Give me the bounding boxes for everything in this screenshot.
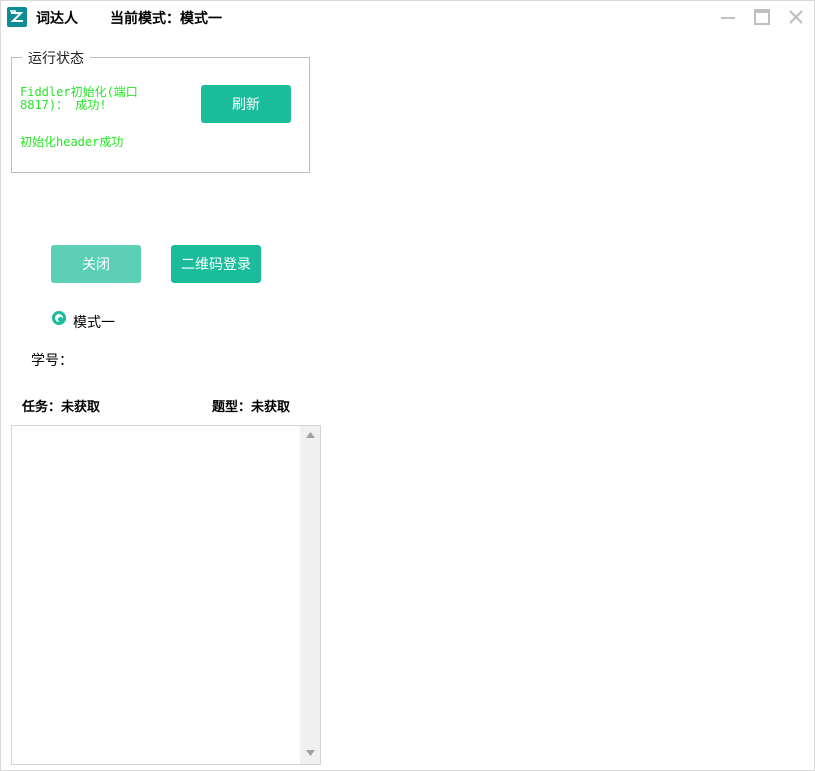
maximize-button[interactable] <box>753 8 771 26</box>
question-type-label: 题型：未获取 <box>212 400 291 415</box>
close-button[interactable]: 关闭 <box>51 245 141 283</box>
student-id-label: 学号： <box>31 353 73 369</box>
radio-selected-dot <box>58 317 63 322</box>
header-status-text: 初始化header成功 <box>20 135 124 149</box>
scroll-down-arrow-icon <box>305 750 315 756</box>
minimize-button[interactable] <box>719 8 737 26</box>
app-logo-icon <box>7 7 27 27</box>
log-scrollbar[interactable] <box>300 426 320 764</box>
scroll-down-button[interactable] <box>300 744 320 764</box>
maximize-icon <box>754 9 770 25</box>
mode-one-label[interactable]: 模式一 <box>73 312 115 332</box>
qr-login-button[interactable]: 二维码登录 <box>171 245 261 283</box>
minimize-icon <box>721 17 735 19</box>
scroll-up-button[interactable] <box>300 426 320 446</box>
app-title: 词达人 <box>36 11 78 27</box>
scroll-up-arrow-icon <box>305 432 315 438</box>
fiddler-status-text: Fiddler初始化(端口8817)： 成功! <box>20 85 138 112</box>
log-textarea[interactable] <box>11 425 321 765</box>
close-icon <box>789 10 803 24</box>
status-group-legend: 运行状态 <box>22 48 90 68</box>
current-mode-title: 当前模式：模式一 <box>110 11 222 27</box>
close-window-button[interactable] <box>787 8 805 26</box>
refresh-button[interactable]: 刷新 <box>201 85 291 123</box>
mode-one-radio[interactable] <box>52 311 66 325</box>
task-status-label: 任务：未获取 <box>22 400 101 415</box>
